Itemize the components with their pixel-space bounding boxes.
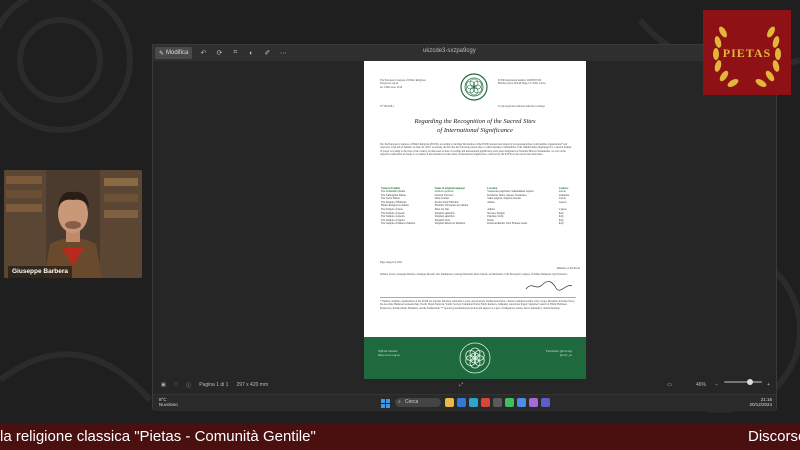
app-icon[interactable] (529, 398, 538, 407)
fit-icon[interactable]: ⤢ (459, 382, 463, 388)
document-page: The European Congress of Ethnic Religion… (364, 61, 586, 379)
page-info: Pagina 1 di 1 (199, 382, 229, 388)
windows-start-icon[interactable] (381, 399, 390, 408)
viewer-status-bar: ▣ ♡ ⓘ Pagina 1 di 1 297 x 420 mm ⤢ ▭ 46%… (153, 378, 776, 392)
zoom-slider[interactable] (724, 379, 762, 385)
info-icon[interactable]: ⓘ (186, 382, 191, 389)
doc-reference: N° 2024-08-1 (380, 105, 395, 108)
doc-title-line1: Regarding the Recognition of the Sacred … (414, 118, 536, 125)
stream-stage: ✎ Modifica ↶ ⟳ ⌗ ◐ ✐ ⋯ ukzcde3-sxzpa9cgy… (0, 0, 800, 450)
doc-title-line2: of International Significance (437, 127, 513, 134)
screen-share-window: ✎ Modifica ↶ ⟳ ⌗ ◐ ✐ ⋯ ukzcde3-sxzpa9cgy… (152, 44, 777, 411)
whatsapp-icon[interactable] (505, 398, 514, 407)
ecer-logo-icon (460, 73, 488, 101)
flower-of-life-icon (459, 342, 491, 374)
doc-footer: Official website: https://ecer-org.eu Fa… (364, 337, 586, 379)
undo-icon[interactable]: ↶ (198, 48, 208, 58)
rotate-icon[interactable]: ⟳ (214, 48, 224, 58)
participant-name: Giuseppe Barbera (8, 266, 72, 278)
table-cell: The Temple of Minerva Medica (381, 222, 416, 226)
more-icon[interactable]: ⋯ (278, 48, 288, 58)
pietas-logo: PIETAS (703, 10, 791, 95)
doc-footer-left: Official website: https://ecer-org.eu (378, 349, 400, 357)
table-cell: Roma/Ardinella, Scisi Frinana Gioda (487, 222, 528, 226)
draw-icon[interactable]: ✐ (262, 48, 272, 58)
chrome-icon[interactable] (481, 398, 490, 407)
pencil-icon: ✎ (159, 50, 165, 57)
taskbar-search[interactable]: ⌕ Cerca (395, 398, 441, 407)
viewer-toolbar: ✎ Modifica ↶ ⟳ ⌗ ◐ ✐ ⋯ ukzcde3-sxzpa9cgy… (153, 45, 776, 61)
zoom-value[interactable]: 46% (696, 382, 706, 388)
doc-board-label: Members of the Board (556, 267, 580, 270)
doc-footer-right: Facebook: @ecer.org @ecer_eu (546, 349, 572, 357)
webcam-feed: Giuseppe Barbera (4, 170, 142, 278)
sacred-sites-table: Name in English Name in original languag… (380, 187, 576, 226)
signature-image (525, 281, 573, 291)
table-body: The Lithuanian Shrine Lietuvos sventove Sv… (380, 190, 576, 226)
edit-button[interactable]: ✎ Modifica (155, 47, 193, 59)
heart-icon[interactable]: ♡ (174, 382, 178, 388)
ticker-text: la religione classica "Pietas - Comunità… (0, 428, 316, 445)
taskbar-search-label: Cerca (405, 399, 419, 405)
news-ticker: la religione classica "Pietas - Comunità… (0, 424, 800, 450)
doc-footnote: * Namely: member organisations of the EC… (380, 297, 576, 310)
crop-icon[interactable]: ⌗ (230, 48, 240, 58)
taskbar-clock[interactable]: 21:16 20/12/2024 (749, 397, 772, 407)
doc-recipient: To the respective national authority in … (498, 105, 545, 108)
table-cell: Italy (558, 222, 564, 226)
doc-footer-website[interactable]: https://ecer-org.eu (378, 353, 400, 357)
size-info: 297 x 420 mm (236, 382, 269, 388)
doc-org-line3: est. 1998, reest. 2016 (380, 85, 403, 89)
weather-desc: Nuvoloso (159, 402, 178, 407)
zoom-in-icon[interactable]: + (767, 382, 770, 388)
doc-date: Riga, August 8, 2024 (380, 261, 402, 264)
table-cell: Templum Minervae Medicae (434, 222, 466, 226)
taskbar-apps (445, 398, 553, 407)
doc-body: We, the European Congress of Ethnic Reli… (380, 143, 572, 156)
zoom-slider-handle[interactable] (747, 379, 753, 385)
slideshow-icon[interactable]: ▭ (667, 382, 672, 388)
windows-taskbar: 8°C Nuvoloso ⌕ Cerca 21:16 20/12/2024 (153, 394, 776, 411)
photos-icon[interactable] (517, 398, 526, 407)
store-icon[interactable] (493, 398, 502, 407)
search-icon: ⌕ (398, 399, 401, 405)
doc-footer-handle: @ecer_eu (559, 353, 572, 357)
doc-header-right: ECER registration number: 40008533534 Br… (498, 79, 578, 86)
ticker-text-next: Discorso (748, 428, 800, 445)
file-explorer-icon[interactable] (445, 398, 454, 407)
table-row: The Temple of Minerva Medica Templum Mine… (380, 222, 576, 226)
window-title: ukzcde3-sxzpa9cgy (423, 48, 476, 54)
edge-icon[interactable] (469, 398, 478, 407)
filter-icon[interactable]: ◐ (246, 48, 256, 58)
image-icon[interactable]: ▣ (161, 382, 166, 388)
weather-widget[interactable]: 8°C Nuvoloso (159, 397, 178, 407)
clock-date: 20/12/2024 (749, 402, 772, 407)
doc-title: Regarding the Recognition of the Sacred … (374, 117, 576, 135)
pietas-logo-text: PIETAS (722, 46, 772, 60)
doc-header-left: The European Congress of Ethnic Religion… (380, 79, 450, 89)
edit-button-label: Modifica (166, 50, 189, 56)
teams-icon[interactable] (541, 398, 550, 407)
doc-signatories: Daniela Liowe, Giuseppe Barbera, Giusepp… (380, 273, 568, 276)
mail-icon[interactable] (457, 398, 466, 407)
doc-reg-line2: Brivibas gatve 394-48, Riga, LV-1006, La… (498, 82, 546, 86)
webcam-image (4, 170, 142, 278)
zoom-out-icon[interactable]: − (715, 382, 718, 388)
